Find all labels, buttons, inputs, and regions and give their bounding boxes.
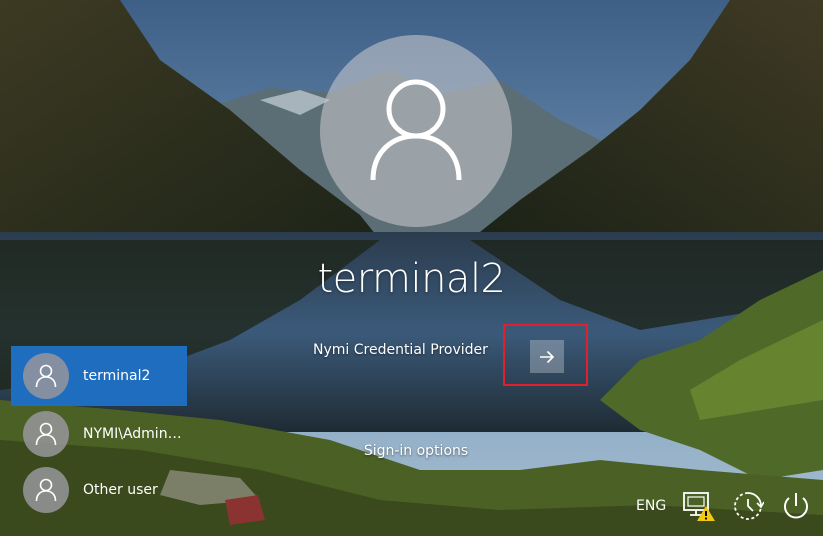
user-icon: [370, 79, 462, 181]
submit-button[interactable]: [530, 340, 564, 373]
user-icon: [35, 364, 57, 388]
power-button[interactable]: [781, 486, 811, 526]
user-item-label: terminal2: [83, 368, 151, 384]
network-button[interactable]: [682, 486, 716, 526]
user-icon: [35, 422, 57, 446]
credential-provider-label: Nymi Credential Provider: [313, 342, 488, 358]
user-item-label: NYMI\Administrator: [83, 426, 183, 442]
user-item-nymi-administrator[interactable]: NYMI\Administrator: [11, 406, 187, 462]
avatar: [23, 411, 69, 457]
username-title: terminal2: [317, 256, 506, 302]
ease-of-access-icon: [734, 492, 764, 520]
ease-of-access-button[interactable]: [732, 486, 764, 526]
user-switcher-list: terminal2 NYMI\Administrator Other user: [11, 346, 187, 518]
user-icon: [35, 478, 57, 502]
user-item-label: Other user: [83, 482, 158, 498]
user-avatar-large: [320, 35, 512, 227]
avatar: [23, 353, 69, 399]
power-icon: [784, 493, 808, 519]
user-item-terminal2[interactable]: terminal2: [11, 346, 187, 406]
arrow-right-icon: [540, 350, 555, 363]
avatar: [23, 467, 69, 513]
language-indicator[interactable]: ENG: [636, 486, 666, 526]
network-warning-icon: [683, 492, 715, 521]
user-item-other-user[interactable]: Other user: [11, 462, 187, 518]
